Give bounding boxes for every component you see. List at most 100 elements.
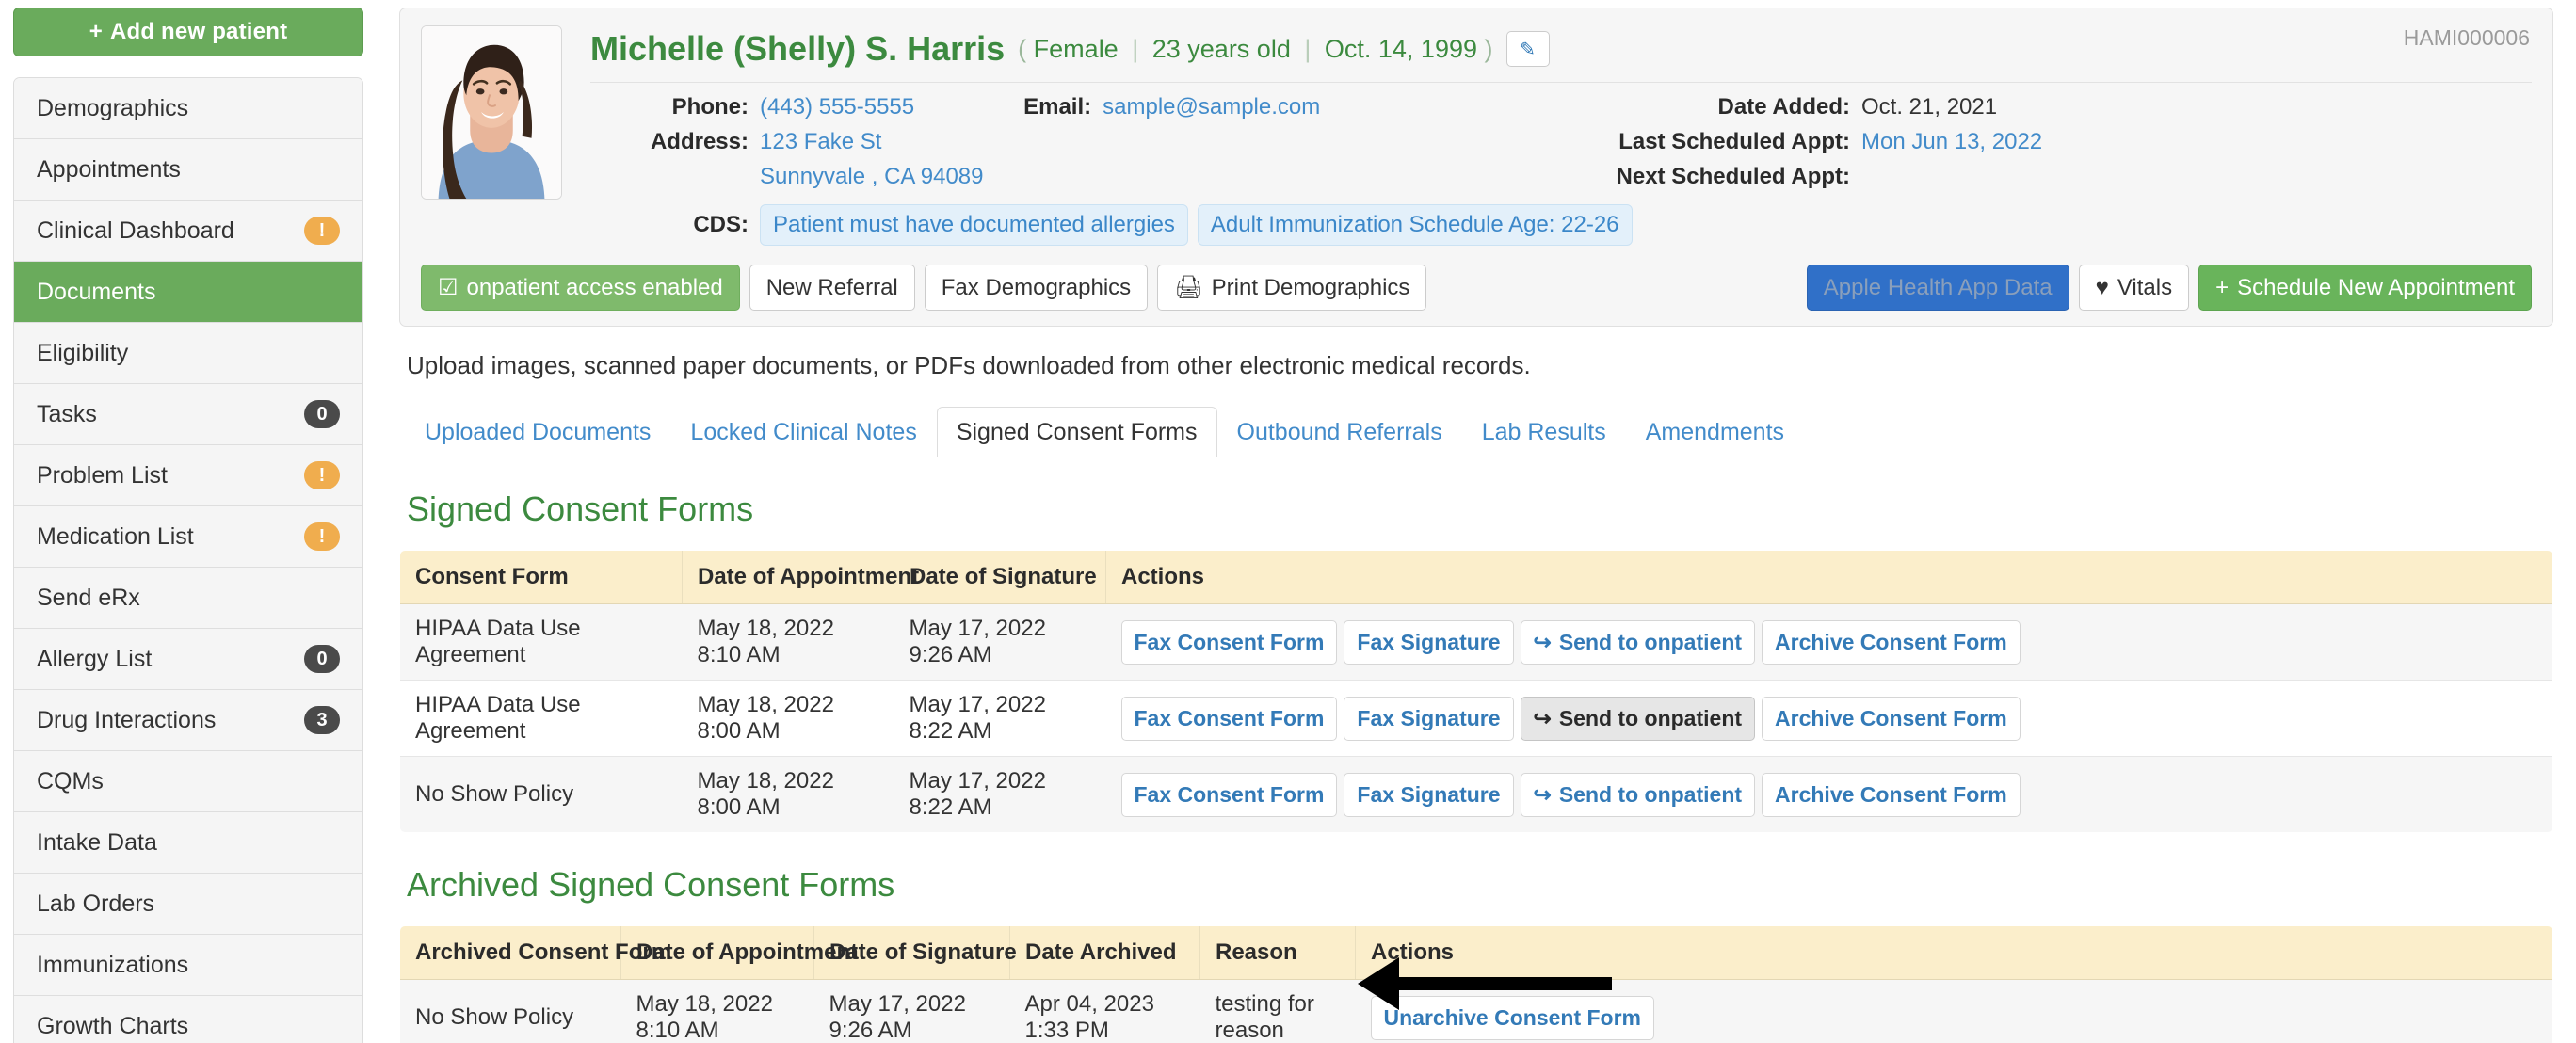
fax-signature-button-label: Fax Signature — [1357, 781, 1501, 807]
documents-tabs: Uploaded Documents Locked Clinical Notes S… — [399, 407, 2553, 457]
sidebar-item-eligibility[interactable]: Eligibility — [14, 323, 362, 384]
cell-archived: Apr 04, 2023 1:33 PM — [1009, 979, 1200, 1043]
cds-row: CDS: Patient must have documented allerg… — [590, 204, 2532, 246]
fax-demographics-label: Fax Demographics — [941, 274, 1132, 300]
column-header: Date of Signature — [813, 926, 1017, 980]
sidebar-item-documents[interactable]: Documents — [14, 262, 362, 323]
patient-email[interactable]: sample@sample.com — [1103, 94, 1320, 120]
onpatient-access-label: onpatient access enabled — [466, 274, 723, 300]
patient-address-line2[interactable]: Sunnyvale , CA 94089 — [760, 164, 984, 190]
tab-outbound-referrals[interactable]: Outbound Referrals — [1217, 407, 1462, 457]
signed-consent-forms-title: Signed Consent Forms — [407, 489, 754, 528]
sidebar-item-label: Eligibility — [37, 339, 129, 366]
patient-photo[interactable] — [421, 25, 562, 200]
cell-form[interactable]: HIPAA Data Use Agreement — [400, 680, 683, 757]
tab-locked-clinical-notes[interactable]: Locked Clinical Notes — [670, 407, 936, 457]
tab-lab-results[interactable]: Lab Results — [1462, 407, 1626, 457]
sidebar-item-label: Documents — [37, 278, 156, 305]
sidebar-item-label: Tasks — [37, 400, 97, 427]
fax-consent-form-button[interactable]: Fax Consent Form — [1120, 619, 1338, 665]
schedule-new-appointment-button[interactable]: + Schedule New Appointment — [2198, 265, 2532, 311]
cell-appt[interactable]: May 18, 2022 8:00 AM — [682, 756, 894, 832]
column-header: Archived Consent Form — [400, 926, 671, 980]
archive-consent-form-button[interactable]: Archive Consent Form — [1762, 619, 2021, 665]
tab-amendments[interactable]: Amendments — [1626, 407, 1804, 457]
archive-consent-form-button-label: Archive Consent Form — [1775, 781, 2007, 807]
cell-form[interactable]: No Show Policy — [400, 979, 621, 1043]
pencil-icon[interactable]: ✎ — [1505, 31, 1550, 67]
fax-demographics-button[interactable]: Fax Demographics — [924, 265, 1149, 311]
patient-chart-id: HAMI000006 — [2403, 25, 2530, 50]
sidebar-item-problem-list[interactable]: Problem List! — [14, 445, 362, 506]
tab-signed-consent-forms[interactable]: Signed Consent Forms — [936, 407, 1217, 457]
cell-appt[interactable]: May 18, 2022 8:10 AM — [620, 979, 814, 1043]
table-header-row: Consent Form Date of Appointment Date of S… — [400, 551, 2552, 604]
sidebar-item-drug-interactions[interactable]: Drug Interactions 3 — [14, 690, 362, 751]
vitals-button[interactable]: ♥ Vitals — [2078, 265, 2190, 311]
sidebar-item-growth-charts[interactable]: Growth Charts — [14, 996, 362, 1043]
print-demographics-label: Print Demographics — [1211, 274, 1410, 300]
cell-form[interactable]: HIPAA Data Use Agreement — [400, 603, 683, 681]
send-to-onpatient-button[interactable]: ↪ Send to onpatient — [1520, 696, 1756, 741]
sidebar-item-send-erx[interactable]: Send eRx — [14, 568, 362, 629]
cell-reason: testing for reason — [1199, 979, 1356, 1043]
cell-appt[interactable]: May 18, 2022 8:00 AM — [682, 680, 894, 757]
column-header: Consent Form — [400, 551, 683, 604]
sidebar-item-appointments[interactable]: Appointments — [14, 139, 362, 201]
cell-form[interactable]: No Show Policy — [400, 756, 683, 832]
cds-alert[interactable]: Adult Immunization Schedule Age: 22-26 — [1197, 204, 1633, 246]
archived-consent-forms-table: Archived Consent Form Date of Appointment… — [399, 925, 2553, 1043]
address-label: Address: — [650, 129, 749, 154]
sidebar-item-demographics[interactable]: Demographics — [14, 78, 362, 139]
cell-sig[interactable]: May 17, 2022 9:26 AM — [813, 979, 1010, 1043]
fax-consent-form-button[interactable]: Fax Consent Form — [1120, 772, 1338, 817]
sidebar-item-tasks[interactable]: Tasks 0 — [14, 384, 362, 445]
schedule-label: Schedule New Appointment — [2237, 274, 2515, 300]
vitals-label: Vitals — [2117, 274, 2173, 300]
cds-alert[interactable]: Patient must have documented allergies — [760, 204, 1188, 246]
onpatient-access-button[interactable]: ☑ onpatient access enabled — [421, 265, 740, 311]
fax-signature-button[interactable]: Fax Signature — [1344, 696, 1514, 741]
sidebar-item-immunizations[interactable]: Immunizations — [14, 935, 362, 996]
cell-sig[interactable]: May 17, 2022 8:22 AM — [894, 680, 1106, 757]
column-header: Date of Appointment — [682, 551, 919, 604]
patient-demographics-summary: ( Female | 23 years old | Oct. 14, 1999 … — [1018, 35, 1492, 64]
sidebar-item-clinical-dashboard[interactable]: Clinical Dashboard! — [14, 201, 362, 262]
last-scheduled-appt-value[interactable]: Mon Jun 13, 2022 — [1861, 129, 2042, 155]
left-arrow-annotation — [1357, 955, 1612, 1019]
cell-sig[interactable]: May 17, 2022 8:22 AM — [894, 756, 1106, 832]
sidebar-item-medication-list[interactable]: Medication List! — [14, 506, 362, 568]
sidebar-item-label: Problem List — [37, 461, 168, 489]
divider — [590, 82, 2532, 83]
apple-health-app-data-button[interactable]: Apple Health App Data — [1806, 265, 2069, 311]
fax-signature-button[interactable]: Fax Signature — [1344, 772, 1514, 817]
archive-consent-form-button[interactable]: Archive Consent Form — [1762, 772, 2021, 817]
add-new-patient-label: Add new patient — [109, 19, 288, 44]
heart-icon: ♥ — [2095, 274, 2109, 300]
archive-consent-form-button[interactable]: Archive Consent Form — [1762, 696, 2021, 741]
send-to-onpatient-button[interactable]: ↪ Send to onpatient — [1520, 772, 1756, 817]
main-content: HAMI000006 Michelle (Shelly) S. Harris (… — [377, 0, 2576, 1043]
cell-appt[interactable]: May 18, 2022 8:10 AM — [682, 603, 894, 681]
patient-address-line1[interactable]: 123 Fake St — [760, 129, 881, 155]
count-badge: 3 — [304, 706, 340, 734]
sidebar-item-cqms[interactable]: CQMs — [14, 751, 362, 812]
column-header: Actions — [1105, 551, 2552, 604]
print-demographics-button[interactable]: 🖨 Print Demographics — [1157, 265, 1427, 311]
cell-sig[interactable]: May 17, 2022 9:26 AM — [894, 603, 1106, 681]
sidebar-item-lab-orders[interactable]: Lab Orders — [14, 874, 362, 935]
send-to-onpatient-button[interactable]: ↪ Send to onpatient — [1520, 619, 1756, 665]
sidebar-item-label: Send eRx — [37, 584, 140, 611]
add-new-patient-button[interactable]: + Add new patient — [13, 8, 363, 56]
new-referral-button[interactable]: New Referral — [749, 265, 915, 311]
fax-signature-button[interactable]: Fax Signature — [1344, 619, 1514, 665]
sidebar-item-label: Demographics — [37, 94, 189, 121]
next-scheduled-appt-label: Next Scheduled Appt: — [1616, 164, 1850, 189]
sidebar-item-intake-data[interactable]: Intake Data — [14, 812, 362, 874]
patient-phone[interactable]: (443) 555-5555 — [760, 94, 914, 120]
fax-consent-form-button[interactable]: Fax Consent Form — [1120, 696, 1338, 741]
column-header: Date Archived — [1009, 926, 1200, 980]
sidebar-item-label: Medication List — [37, 522, 194, 550]
tab-uploaded-documents[interactable]: Uploaded Documents — [405, 407, 670, 457]
sidebar-item-allergy-list[interactable]: Allergy List 0 — [14, 629, 362, 690]
